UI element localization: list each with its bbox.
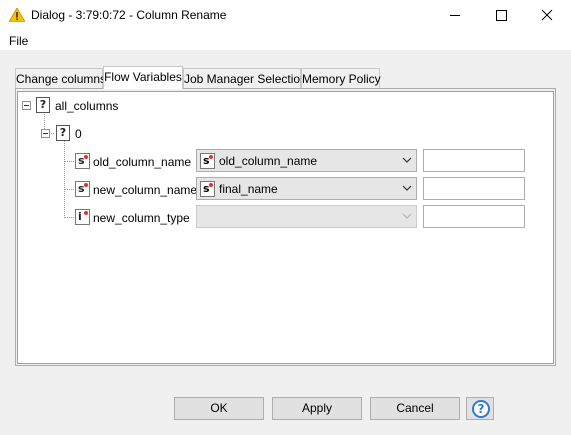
variable-name-field-new-column-name[interactable] — [423, 177, 525, 200]
ok-button[interactable]: OK — [174, 397, 264, 420]
menu-bar: File — [0, 31, 571, 50]
help-button[interactable]: ? — [466, 397, 494, 420]
window-title: Dialog - 3:79:0:72 - Column Rename — [31, 8, 227, 22]
question-icon: ? — [36, 97, 50, 113]
chevron-down-icon — [402, 213, 412, 219]
string-variable-icon: s — [200, 181, 215, 197]
variable-select-new-column-type[interactable] — [196, 205, 417, 228]
tab-memory-policy[interactable]: Memory Policy — [301, 68, 381, 88]
tree-connector — [64, 189, 74, 190]
close-button[interactable] — [524, 0, 570, 31]
question-icon: ? — [56, 125, 70, 141]
tab-flow-variables[interactable]: Flow Variables — [103, 66, 183, 89]
variable-select-new-column-name[interactable]: s final_name — [196, 177, 417, 200]
tree-row-label: old_column_name — [93, 155, 192, 169]
minimize-button[interactable] — [432, 0, 478, 31]
tree-connector — [64, 161, 74, 162]
tree-root-label: all_columns — [55, 99, 119, 113]
minimize-icon — [450, 15, 460, 16]
string-variable-icon: s — [75, 181, 90, 197]
tab-job-manager-selection[interactable]: Job Manager Selection — [183, 68, 307, 88]
tab-change-columns[interactable]: Change columns — [15, 68, 106, 88]
variable-select-old-column-name[interactable]: s old_column_name — [196, 149, 417, 172]
chevron-down-icon — [402, 157, 412, 163]
select-value: final_name — [219, 182, 278, 196]
string-variable-icon: s — [75, 153, 90, 169]
maximize-button[interactable] — [478, 0, 524, 31]
apply-button[interactable]: Apply — [272, 397, 362, 420]
select-value: old_column_name — [219, 154, 318, 168]
tree-connector — [64, 140, 65, 218]
help-icon: ? — [472, 400, 490, 418]
tree-row-label: new_column_type — [93, 211, 190, 225]
tree-connector — [64, 217, 74, 218]
warning-triangle-icon — [9, 8, 25, 22]
chevron-down-icon — [402, 185, 412, 191]
variable-name-field-new-column-type[interactable] — [423, 205, 525, 228]
string-variable-icon: s — [200, 153, 215, 169]
maximize-icon — [496, 10, 507, 21]
tree-group-label: 0 — [75, 127, 82, 141]
collapse-toggle-group[interactable] — [41, 129, 50, 138]
tree-row-label: new_column_name — [93, 183, 198, 197]
variable-name-field-old-column-name[interactable] — [423, 149, 525, 172]
cancel-button[interactable]: Cancel — [370, 397, 460, 420]
close-icon — [541, 9, 553, 21]
menu-file[interactable]: File — [9, 34, 28, 48]
integer-variable-icon: i — [75, 209, 90, 225]
title-bar: Dialog - 3:79:0:72 - Column Rename — [0, 0, 571, 31]
collapse-toggle-root[interactable] — [22, 101, 31, 110]
